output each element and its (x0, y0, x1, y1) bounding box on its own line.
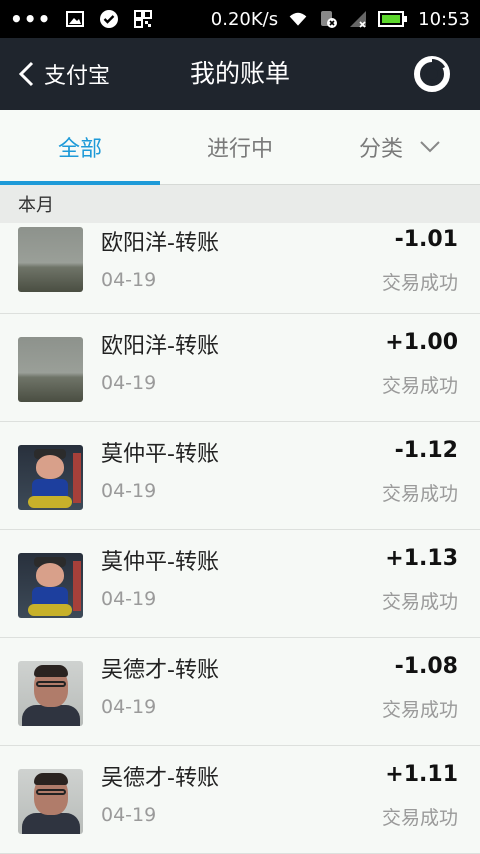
tab-bar: 全部 进行中 分类 (0, 110, 480, 185)
avatar (18, 227, 83, 292)
transaction-date: 04-19 (101, 588, 157, 610)
avatar (18, 445, 83, 510)
transaction-amount: -1.01 (394, 227, 458, 252)
clock: 10:53 (418, 8, 470, 30)
transaction-name: 欧阳洋-转账 (101, 334, 219, 359)
signal-icon (350, 11, 367, 28)
wifi-icon (289, 12, 307, 26)
transaction-status: 交易成功 (381, 591, 458, 613)
transaction-name: 吴德才-转账 (101, 766, 219, 791)
status-bar: ••• 0.20K/s 10:53 (0, 0, 480, 38)
avatar (18, 553, 83, 618)
transaction-date: 04-19 (101, 372, 157, 394)
page-title: 我的账单 (189, 59, 290, 88)
transaction-date: 04-19 (101, 269, 157, 291)
tab-in-progress[interactable]: 进行中 (160, 110, 320, 184)
tab-category[interactable]: 分类 (320, 110, 480, 184)
sim-icon (321, 11, 338, 28)
transaction-amount: +1.11 (385, 762, 458, 787)
list-item[interactable]: 莫仲平-转账 04-19 -1.12 交易成功 (0, 422, 480, 530)
list-item[interactable]: 欧阳洋-转账 04-19 -1.01 交易成功 (0, 223, 480, 314)
transaction-date: 04-19 (101, 696, 157, 718)
battery-icon (378, 11, 408, 27)
avatar (18, 661, 83, 726)
transaction-name: 欧阳洋-转账 (101, 231, 219, 256)
image-icon (66, 11, 85, 27)
avatar (18, 769, 83, 834)
transaction-status: 交易成功 (381, 375, 458, 397)
transaction-amount: -1.08 (394, 654, 458, 679)
transaction-status: 交易成功 (381, 807, 458, 829)
list-item[interactable]: 欧阳洋-转账 04-19 +1.00 交易成功 (0, 314, 480, 422)
transaction-date: 04-19 (101, 804, 157, 826)
pie-chart-icon[interactable] (414, 56, 450, 92)
check-circle-icon (100, 10, 119, 28)
list-item[interactable]: 莫仲平-转账 04-19 +1.13 交易成功 (0, 530, 480, 638)
transaction-status: 交易成功 (381, 272, 458, 294)
transaction-list: 欧阳洋-转账 04-19 -1.01 交易成功 欧阳洋-转账 04-19 +1.… (0, 223, 480, 854)
tab-all[interactable]: 全部 (0, 110, 160, 185)
transaction-amount: -1.12 (394, 438, 458, 463)
avatar (18, 337, 83, 402)
qr-icon (134, 10, 153, 28)
app-bar: 支付宝 我的账单 (0, 38, 480, 110)
transaction-status: 交易成功 (381, 483, 458, 505)
transaction-name: 莫仲平-转账 (101, 442, 219, 467)
network-speed: 0.20K/s (210, 8, 279, 30)
transaction-amount: +1.13 (385, 546, 458, 571)
transaction-amount: +1.00 (385, 330, 458, 355)
section-header: 本月 (0, 185, 480, 223)
more-dots-icon: ••• (10, 7, 52, 31)
list-item[interactable]: 吴德才-转账 04-19 -1.08 交易成功 (0, 638, 480, 746)
chevron-down-icon (420, 141, 440, 153)
list-item[interactable]: 吴德才-转账 04-19 +1.11 交易成功 (0, 746, 480, 854)
transaction-name: 莫仲平-转账 (101, 550, 219, 575)
transaction-date: 04-19 (101, 480, 157, 502)
transaction-status: 交易成功 (381, 699, 458, 721)
transaction-name: 吴德才-转账 (101, 658, 219, 683)
